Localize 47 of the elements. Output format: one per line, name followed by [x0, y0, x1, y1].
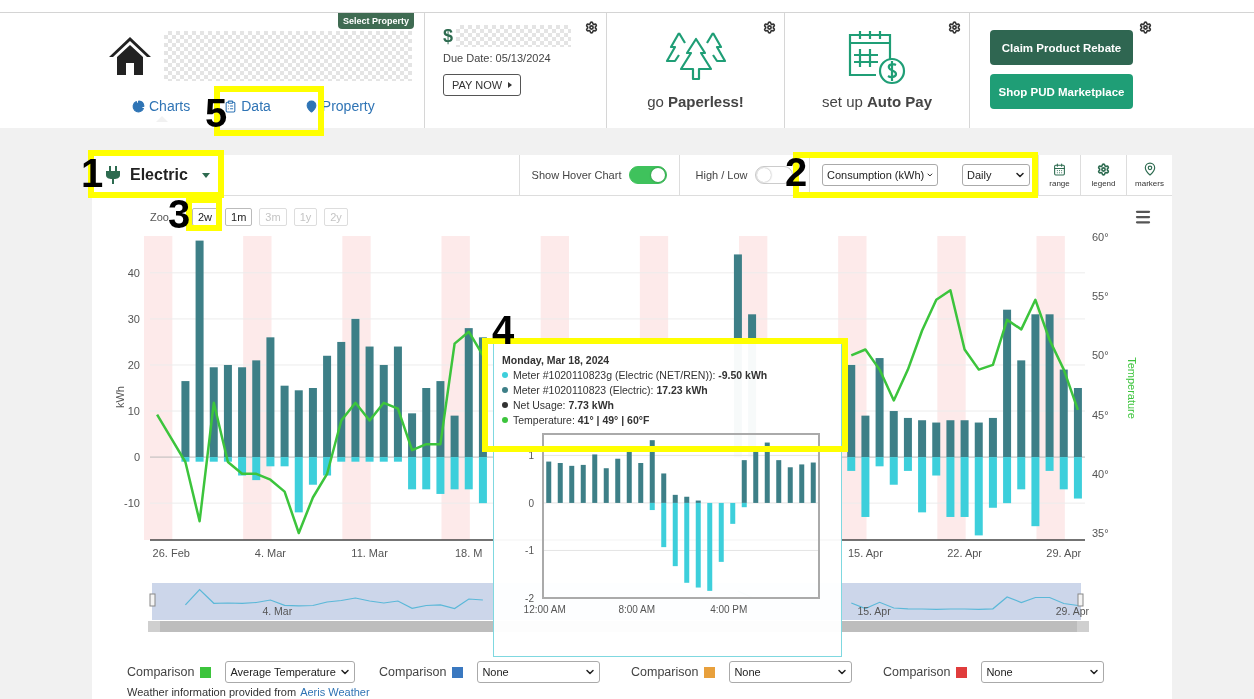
axis-label: 55°: [1092, 290, 1109, 303]
tooltip-line: Temperature: 41° | 49° | 60°F: [513, 414, 650, 426]
axis-label: 50°: [1092, 349, 1109, 362]
axis-label: 29. Apr: [1046, 547, 1082, 559]
axis-label: 60°: [1092, 231, 1109, 243]
axis-label: 15. Apr: [848, 547, 883, 559]
axis-title: Temperature: [1126, 357, 1138, 419]
axis-label: 35°: [1092, 527, 1109, 539]
axis-title: kWh: [114, 386, 126, 409]
axis-label: 18. M: [455, 547, 483, 559]
axis-label: 4. Mar: [254, 547, 286, 559]
tab-label: Charts: [149, 98, 191, 114]
axis-label: -1: [525, 545, 534, 557]
axis-label: 0: [133, 451, 140, 464]
tab-label: Data: [241, 98, 271, 114]
axis-label: 0: [528, 497, 534, 509]
axis-label: 22. Apr: [947, 547, 982, 559]
toggle-label: High / Low: [695, 169, 748, 181]
navigator-label: 4. Mar: [262, 605, 293, 617]
axis-label: 12:00 AM: [523, 604, 566, 615]
axis-label: 10: [127, 405, 140, 418]
axis-label: 11. Mar: [351, 547, 388, 559]
zoom-label: Zoo: [150, 211, 169, 223]
navigator-label: 15. Apr: [857, 605, 891, 617]
comparison-label: Comparison: [883, 665, 951, 679]
tooltip-title: Monday, Mar 18, 2024: [502, 354, 611, 366]
axis-label: -10: [124, 497, 140, 510]
due-date: Due Date: 05/13/2024: [443, 52, 552, 64]
axis-label: 4:00 PM: [710, 604, 748, 615]
axis-label: 8:00 AM: [618, 604, 656, 615]
tooltip-line: Meter #1020110823 (Electric): 17.23 kWh: [513, 384, 708, 396]
axis-label: 40: [127, 266, 140, 279]
tooltip-line: Meter #1020110823g (Electric (NET/REN)): -9.50 kWh: [513, 369, 768, 381]
axis-label: 26. Feb: [152, 547, 190, 559]
comparison-label: Comparison: [631, 665, 699, 679]
axis-label: -2: [525, 593, 534, 604]
currency-symbol: $: [443, 25, 453, 47]
axis-label: 30: [127, 312, 140, 325]
axis-label: 40°: [1092, 467, 1109, 480]
attribution-text: Weather information provided from: [127, 686, 297, 698]
comparison-label: Comparison: [127, 665, 195, 679]
toggle-label: Show Hover Chart: [531, 169, 622, 181]
navigator-label: 29. Apr: [1055, 605, 1090, 617]
tooltip-line: Net Usage: 7.73 kWh: [513, 399, 614, 411]
comparison-label: Comparison: [379, 665, 447, 679]
axis-label: 20: [127, 358, 140, 371]
axis-label: 45°: [1092, 408, 1109, 421]
